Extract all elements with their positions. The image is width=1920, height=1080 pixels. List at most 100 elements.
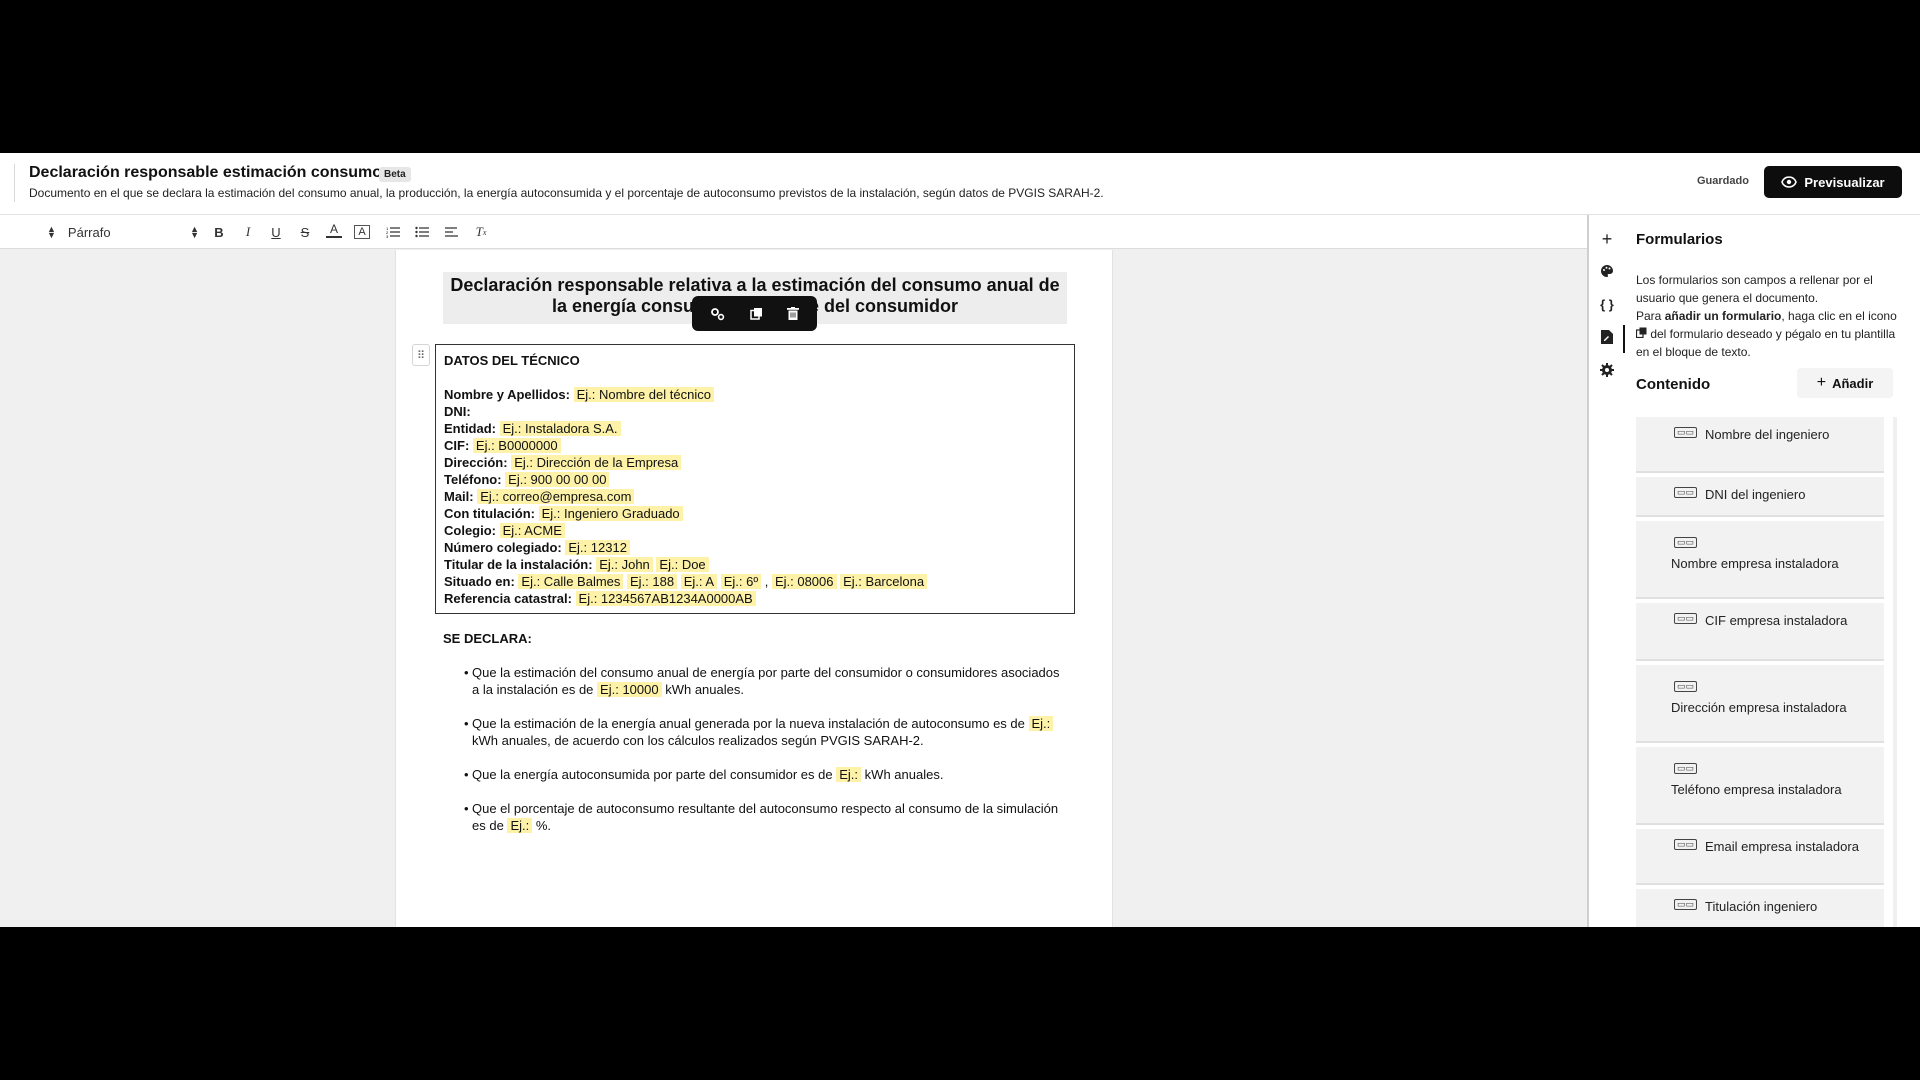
panel-title: Formularios (1636, 231, 1723, 248)
forms-list: ▭▭ Nombre del ingeniero ▭▭ DNI del ingenie… (1636, 417, 1888, 927)
ordered-list-button[interactable]: 123 (384, 222, 402, 242)
form-field-chip[interactable]: Ej.: 188 (627, 574, 678, 589)
declaration-bullet[interactable]: • Que el porcentaje de autoconsumo resul… (464, 800, 1068, 834)
document-page: Declaración responsable relativa a la es… (395, 250, 1113, 927)
form-item[interactable]: ▭▭ CIF empresa instaladora (1636, 603, 1884, 661)
add-icon[interactable]: + (1597, 229, 1617, 249)
form-field-chip[interactable]: Ej.: (507, 818, 533, 833)
form-field-icon: ▭▭ (1674, 681, 1698, 692)
select-arrows-icon: ▲ ▼ (47, 224, 56, 240)
bullet-list-button[interactable] (413, 222, 431, 242)
form-item[interactable]: ▭▭ DNI del ingeniero (1636, 477, 1884, 517)
tech-field-row: Número colegiado: Ej.: 12312 (444, 539, 1066, 556)
tech-field-row: Con titulación: Ej.: Ingeniero Graduado (444, 505, 1066, 522)
form-field-chip[interactable]: Ej.: 1234567AB1234A0000AB (575, 591, 756, 606)
tech-field-label: CIF: (444, 438, 470, 453)
form-field-chip[interactable]: Ej.: 12312 (565, 540, 630, 555)
plus-icon: + (1816, 374, 1827, 391)
form-field-chip[interactable]: Ej.: (836, 767, 862, 782)
technician-data-block[interactable]: DATOS DEL TÉCNICO Nombre y Apellidos: Ej… (435, 344, 1075, 614)
block-actions-toolbar (692, 296, 817, 331)
content-title: Contenido (1636, 376, 1711, 393)
block-duplicate-button[interactable] (750, 307, 763, 320)
strikethrough-button[interactable]: S (297, 222, 313, 242)
bold-button[interactable]: B (211, 222, 227, 242)
paragraph-style-value: Párrafo (67, 224, 111, 240)
tech-field-row: Mail: Ej.: correo@empresa.com (444, 488, 1066, 505)
form-field-chip[interactable]: Ej.: 900 00 00 00 (505, 472, 610, 487)
form-item[interactable]: ▭▭ Dirección empresa instaladora (1636, 665, 1884, 743)
tech-field-row: Nombre y Apellidos: Ej.: Nombre del técn… (444, 386, 1066, 403)
declaration-bullet[interactable]: • Que la energía autoconsumida por parte… (464, 766, 1068, 783)
beta-badge: Beta (379, 167, 411, 182)
tech-field-label: Con titulación: (444, 506, 535, 521)
form-field-chip[interactable]: Ej.: Ingeniero Graduado (538, 506, 683, 521)
tech-field-label: Titular de la instalación: (444, 557, 593, 572)
tech-field-label: Mail: (444, 489, 474, 504)
text-color-button[interactable]: A (326, 222, 342, 238)
block-delete-button[interactable] (787, 307, 799, 320)
form-field-chip[interactable]: Ej.: ACME (499, 523, 565, 538)
tech-field-label: Entidad: (444, 421, 496, 436)
tech-field-label: DNI: (444, 404, 471, 419)
form-field-chip[interactable]: Ej.: (1028, 716, 1054, 731)
underline-button[interactable]: U (268, 222, 284, 242)
tech-field-row: Titular de la instalación: Ej.: John Ej.… (444, 556, 1066, 573)
align-left-icon (445, 227, 458, 237)
declaration-bullet[interactable]: • Que la estimación de la energía anual … (464, 715, 1068, 749)
document-description[interactable]: Documento en el que se declara la estima… (29, 186, 1104, 200)
declara-title: SE DECLARA: (443, 631, 532, 646)
document-title[interactable]: Declaración responsable estimación consu… (29, 164, 382, 182)
form-field-chip[interactable]: Ej.: John (596, 557, 653, 572)
svg-text:3: 3 (386, 234, 389, 238)
form-field-chip[interactable]: Ej.: 08006 (771, 574, 837, 589)
form-field-chip[interactable]: Ej.: 6º (720, 574, 762, 589)
form-document-icon[interactable] (1597, 327, 1617, 347)
form-field-chip[interactable]: Ej.: correo@empresa.com (477, 489, 635, 504)
form-field-chip[interactable]: Ej.: Calle Balmes (518, 574, 624, 589)
form-field-chip[interactable]: Ej.: B0000000 (472, 438, 561, 453)
preview-button[interactable]: Previsualizar (1764, 166, 1902, 198)
tech-field-row: Situado en: Ej.: Calle Balmes Ej.: 188 E… (444, 573, 1066, 590)
highlight-button[interactable]: A (354, 225, 370, 239)
ordered-list-icon: 123 (386, 226, 400, 238)
clear-format-button[interactable]: Tx (473, 222, 489, 242)
copy-icon (750, 308, 762, 320)
form-field-icon: ▭▭ (1674, 839, 1698, 850)
copy-icon (1635, 327, 1647, 339)
form-field-chip[interactable]: Ej.: Nombre del técnico (573, 387, 714, 402)
italic-button[interactable]: I (240, 222, 256, 242)
form-item[interactable]: ▭▭ Teléfono empresa instaladora (1636, 747, 1884, 825)
palette-icon[interactable] (1597, 261, 1617, 281)
formatting-toolbar: ▲ ▼ Párrafo ▲ ▼ B I U S A A 123 Tx (0, 215, 1587, 249)
block-settings-button[interactable] (710, 307, 726, 321)
declaration-bullet[interactable]: • Que la estimación del consumo anual de… (464, 664, 1068, 698)
code-braces-icon[interactable]: { } (1597, 294, 1617, 314)
form-item[interactable]: ▭▭ Nombre del ingeniero (1636, 417, 1884, 473)
tech-field-row: Referencia catastral: Ej.: 1234567AB1234… (444, 590, 1066, 607)
drag-handle-icon[interactable]: ⠿ (412, 344, 430, 366)
tech-field-label: Colegio: (444, 523, 496, 538)
bullet-list-icon (415, 226, 429, 238)
form-field-chip[interactable]: Ej.: Instaladora S.A. (499, 421, 621, 436)
header-divider (14, 164, 15, 202)
form-field-chip[interactable]: Ej.: Dirección de la Empresa (511, 455, 682, 470)
form-item[interactable]: ▭▭ Nombre empresa instaladora (1636, 521, 1884, 599)
tech-field-label: Situado en: (444, 574, 515, 589)
tech-fields: Nombre y Apellidos: Ej.: Nombre del técn… (444, 386, 1066, 607)
separator-text: , (764, 574, 772, 589)
form-field-chip[interactable]: Ej.: A (680, 574, 718, 589)
form-field-chip[interactable]: Ej.: Doe (656, 557, 709, 572)
tech-field-row: Colegio: Ej.: ACME (444, 522, 1066, 539)
tech-field-label: Nombre y Apellidos: (444, 387, 570, 402)
form-field-chip[interactable]: Ej.: Barcelona (840, 574, 928, 589)
form-field-chip[interactable]: Ej.: 10000 (597, 682, 662, 697)
add-form-button[interactable]: + Añadir (1797, 368, 1893, 398)
form-item[interactable]: ▭▭ Titulación ingeniero (1636, 889, 1884, 927)
form-field-icon: ▭▭ (1674, 763, 1698, 774)
panel-scrollbar[interactable] (1893, 417, 1897, 927)
gear-icon[interactable] (1597, 360, 1617, 380)
paragraph-style-select[interactable]: ▲ ▼ Párrafo ▲ ▼ (47, 221, 199, 243)
align-button[interactable] (443, 222, 461, 242)
form-item[interactable]: ▭▭ Email empresa instaladora (1636, 829, 1884, 885)
